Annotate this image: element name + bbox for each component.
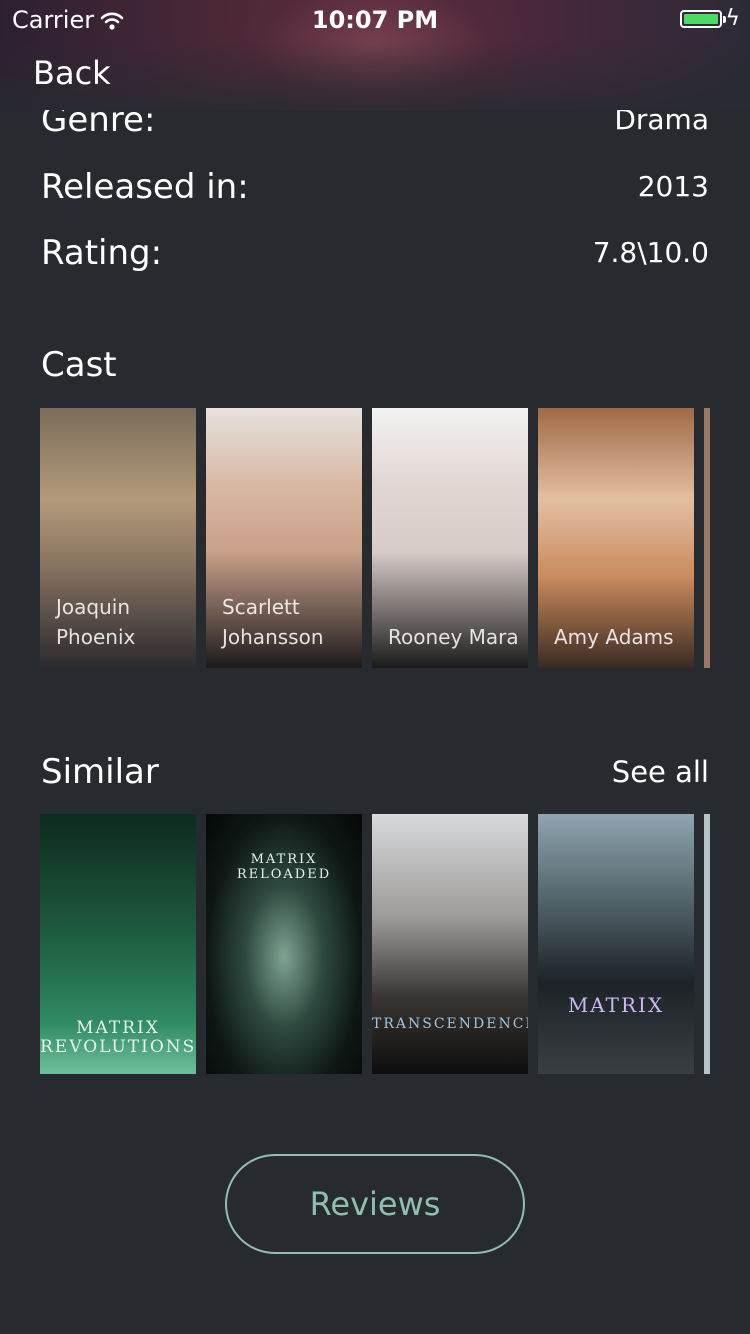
cast-name: Scarlett Johansson <box>222 595 324 649</box>
status-bar: Carrier 10:07 PM ϟ <box>0 0 750 40</box>
poster-title: MATRIX RELOADED <box>236 852 332 882</box>
cast-card[interactable]: Rooney Mara <box>372 408 528 668</box>
see-all-link[interactable]: See all <box>612 755 709 789</box>
charging-icon: ϟ <box>725 6 740 31</box>
similar-title: Similar <box>41 752 159 792</box>
released-label: Released in: <box>41 167 249 207</box>
poster-title: TRANSCENDENCE <box>372 1016 528 1032</box>
poster-title: MATRIX <box>567 993 665 1017</box>
cast-name: Amy Adams <box>554 625 674 649</box>
cast-card-partial[interactable] <box>704 408 710 668</box>
cast-card[interactable]: Amy Adams <box>538 408 694 668</box>
movie-poster[interactable]: MATRIX RELOADED <box>206 814 362 1074</box>
movie-poster[interactable]: TRANSCENDENCE <box>372 814 528 1074</box>
movie-poster[interactable]: MATRIX REVOLUTIONS <box>40 814 196 1074</box>
cast-list[interactable]: Joaquin Phoenix Scarlett Johansson Roone… <box>40 408 710 668</box>
movie-poster-partial[interactable] <box>704 814 710 1074</box>
movie-details-scroll[interactable]: Genre: Drama Released in: 2013 Rating: 7… <box>0 0 750 1334</box>
cast-name: Joaquin Phoenix <box>56 595 136 649</box>
battery-icon <box>680 10 726 28</box>
movie-poster[interactable]: MATRIX <box>538 814 694 1074</box>
similar-list[interactable]: MATRIX REVOLUTIONS MATRIX RELOADED TRANS… <box>40 814 710 1074</box>
released-value: 2013 <box>637 170 709 203</box>
cast-card[interactable]: Joaquin Phoenix <box>40 408 196 668</box>
poster-title: MATRIX REVOLUTIONS <box>40 1018 196 1057</box>
clock: 10:07 PM <box>311 6 439 34</box>
cast-name: Rooney Mara <box>388 625 519 649</box>
rating-value: 7.8\10.0 <box>592 236 709 269</box>
back-button[interactable]: Back <box>33 54 111 92</box>
reviews-button[interactable]: Reviews <box>225 1154 525 1254</box>
cast-card[interactable]: Scarlett Johansson <box>206 408 362 668</box>
rating-label: Rating: <box>41 233 163 273</box>
cast-title: Cast <box>41 345 117 385</box>
